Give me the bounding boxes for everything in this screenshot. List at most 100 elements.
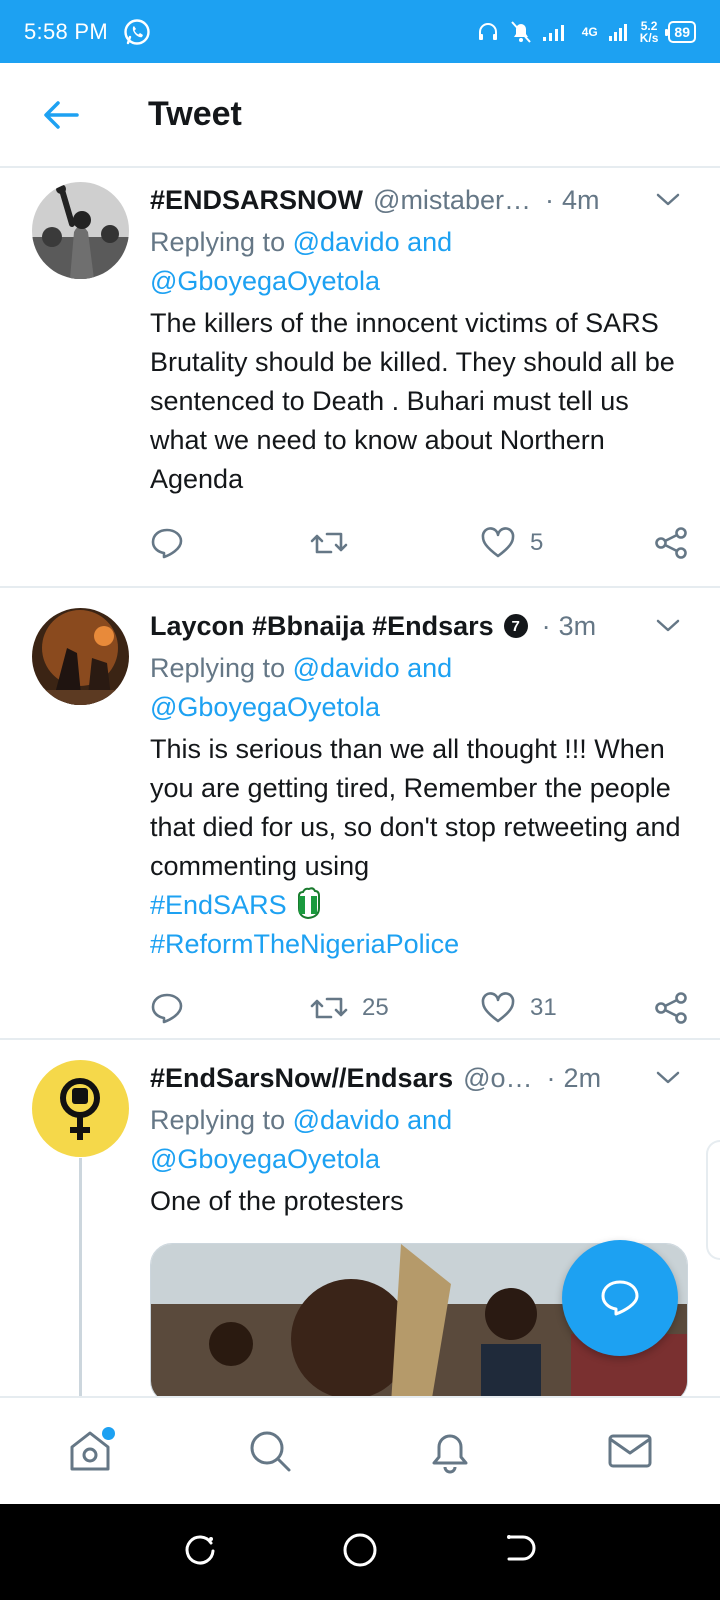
hashtag-link[interactable]: #EndSARS <box>150 890 287 920</box>
badge-icon: 7 <box>503 614 528 638</box>
reply-mention-link[interactable]: @davido <box>293 653 400 683</box>
system-navigation-bar <box>0 1504 720 1600</box>
headphones-icon <box>478 22 497 40</box>
bottom-navigation <box>0 1396 720 1504</box>
chevron-down-icon <box>656 193 680 206</box>
chevron-down-icon <box>656 1071 680 1084</box>
network-type: 4G <box>581 24 598 39</box>
tweet-text: The killers of the innocent victims of S… <box>150 308 675 494</box>
tweet-time: 4m <box>561 184 600 215</box>
replying-prefix: Replying to <box>150 1105 286 1135</box>
display-name[interactable]: #EndSarsNow//Endsars <box>150 1063 453 1094</box>
separator-dot: · <box>544 184 554 215</box>
reply-mention-link[interactable]: @davido <box>293 1105 400 1135</box>
reply-mention-link[interactable]: @GboyegaOyetola <box>150 1144 380 1174</box>
tweet-header: #ENDSARSNOW @mistaber… · 4m <box>150 180 688 220</box>
home-circle-icon <box>343 1533 377 1566</box>
tweet-card[interactable]: Laycon #Bbnaija #Endsars 7 · 3m Replying… <box>0 588 720 1040</box>
share-icon <box>655 527 687 559</box>
top-app-bar: Tweet <box>0 63 720 168</box>
tweet-card[interactable]: #ENDSARSNOW @mistaber… · 4m Replying to … <box>0 170 720 588</box>
reply-bubble-icon <box>151 528 183 559</box>
reply-and: and <box>407 227 453 257</box>
home-system-button[interactable] <box>342 1532 378 1573</box>
heart-icon <box>481 527 515 558</box>
avatar[interactable] <box>32 1060 129 1157</box>
thread-connector <box>79 1158 82 1396</box>
tweet-text-block: This is serious than we all thought !!! … <box>150 730 688 964</box>
compose-reply-icon <box>601 1280 639 1316</box>
separator-dot: · <box>546 1062 556 1093</box>
nav-home[interactable] <box>45 1411 135 1491</box>
tweet-feed[interactable]: #ENDSARSNOW @mistaber… · 4m Replying to … <box>0 170 720 1396</box>
retweet-icon <box>310 997 348 1019</box>
tweet-menu-button[interactable] <box>648 1063 688 1093</box>
reply-mention-link[interactable]: @davido <box>293 227 400 257</box>
share-button[interactable] <box>654 991 688 1025</box>
tweet-header: #EndSarsNow//Endsars @o… · 2m <box>150 1058 688 1098</box>
recent-apps-icon <box>185 1535 215 1564</box>
replying-prefix: Replying to <box>150 227 286 257</box>
speed-value: 5.2 <box>640 18 658 33</box>
avatar[interactable] <box>32 182 129 279</box>
tweet-actions: 25 31 <box>150 986 688 1030</box>
new-content-dot <box>102 1427 115 1440</box>
nav-messages[interactable] <box>585 1411 675 1491</box>
reply-and: and <box>407 653 453 683</box>
like-button[interactable]: 31 <box>480 992 650 1024</box>
bell-icon <box>432 1434 468 1474</box>
speed-unit: K/s <box>639 30 659 45</box>
replying-to: Replying to @davido and @GboyegaOyetola <box>150 223 688 301</box>
back-system-button[interactable] <box>503 1533 537 1572</box>
status-time: 5:58 PM <box>24 18 109 44</box>
like-count: 5 <box>530 529 544 556</box>
retweet-count: 25 <box>362 994 389 1021</box>
signal-icon <box>542 24 564 41</box>
replying-to: Replying to @davido and @GboyegaOyetola <box>150 649 688 727</box>
tweet-text: This is serious than we all thought !!! … <box>150 734 681 881</box>
battery-indicator: 89 <box>665 20 696 43</box>
tweet-actions: 5 <box>150 521 688 565</box>
tweet-menu-button[interactable] <box>648 185 688 215</box>
signal-2-icon <box>608 23 627 41</box>
hashtag-link[interactable]: #ReformTheNigeriaPolice <box>150 929 459 959</box>
retweet-button[interactable] <box>310 528 480 558</box>
display-name[interactable]: Laycon #Bbnaija #Endsars <box>150 611 494 642</box>
user-handle[interactable]: @o… <box>463 1063 532 1094</box>
replying-to: Replying to @davido and @GboyegaOyetola <box>150 1101 688 1179</box>
reply-mention-link[interactable]: @GboyegaOyetola <box>150 266 380 296</box>
reply-button[interactable] <box>150 992 310 1024</box>
page-title: Tweet <box>148 95 242 133</box>
tweet-time: 2m <box>563 1062 602 1093</box>
mail-icon <box>608 1434 652 1468</box>
compose-reply-button[interactable] <box>562 1240 678 1356</box>
search-icon <box>250 1431 291 1472</box>
display-name[interactable]: #ENDSARSNOW <box>150 185 363 216</box>
tweet-menu-button[interactable] <box>648 611 688 641</box>
reply-bubble-icon <box>151 993 183 1024</box>
avatar[interactable] <box>32 608 129 705</box>
edge-panel-handle[interactable] <box>706 1140 720 1260</box>
reply-and: and <box>407 1105 453 1135</box>
network-speed: 5.2 K/s <box>640 20 659 44</box>
replying-prefix: Replying to <box>150 653 286 683</box>
tweet-header: Laycon #Bbnaija #Endsars 7 · 3m <box>150 606 688 646</box>
whatsapp-icon <box>124 18 150 45</box>
share-button[interactable] <box>654 526 688 560</box>
separator-dot: · <box>541 610 551 641</box>
tweet-time: 3m <box>558 610 597 641</box>
nav-notifications[interactable] <box>405 1411 495 1491</box>
tweet-text: One of the protesters <box>150 1186 404 1216</box>
reply-mention-link[interactable]: @GboyegaOyetola <box>150 692 380 722</box>
retweet-icon <box>310 532 348 554</box>
recent-apps-button[interactable] <box>183 1533 217 1572</box>
share-icon <box>655 992 687 1024</box>
user-handle[interactable]: @mistaber… <box>373 185 531 216</box>
retweet-button[interactable]: 25 <box>310 993 480 1023</box>
heart-icon <box>481 992 515 1023</box>
nav-search[interactable] <box>225 1411 315 1491</box>
back-button[interactable] <box>26 85 96 145</box>
back-system-icon <box>507 1534 536 1560</box>
like-button[interactable]: 5 <box>480 527 650 559</box>
reply-button[interactable] <box>150 527 310 559</box>
